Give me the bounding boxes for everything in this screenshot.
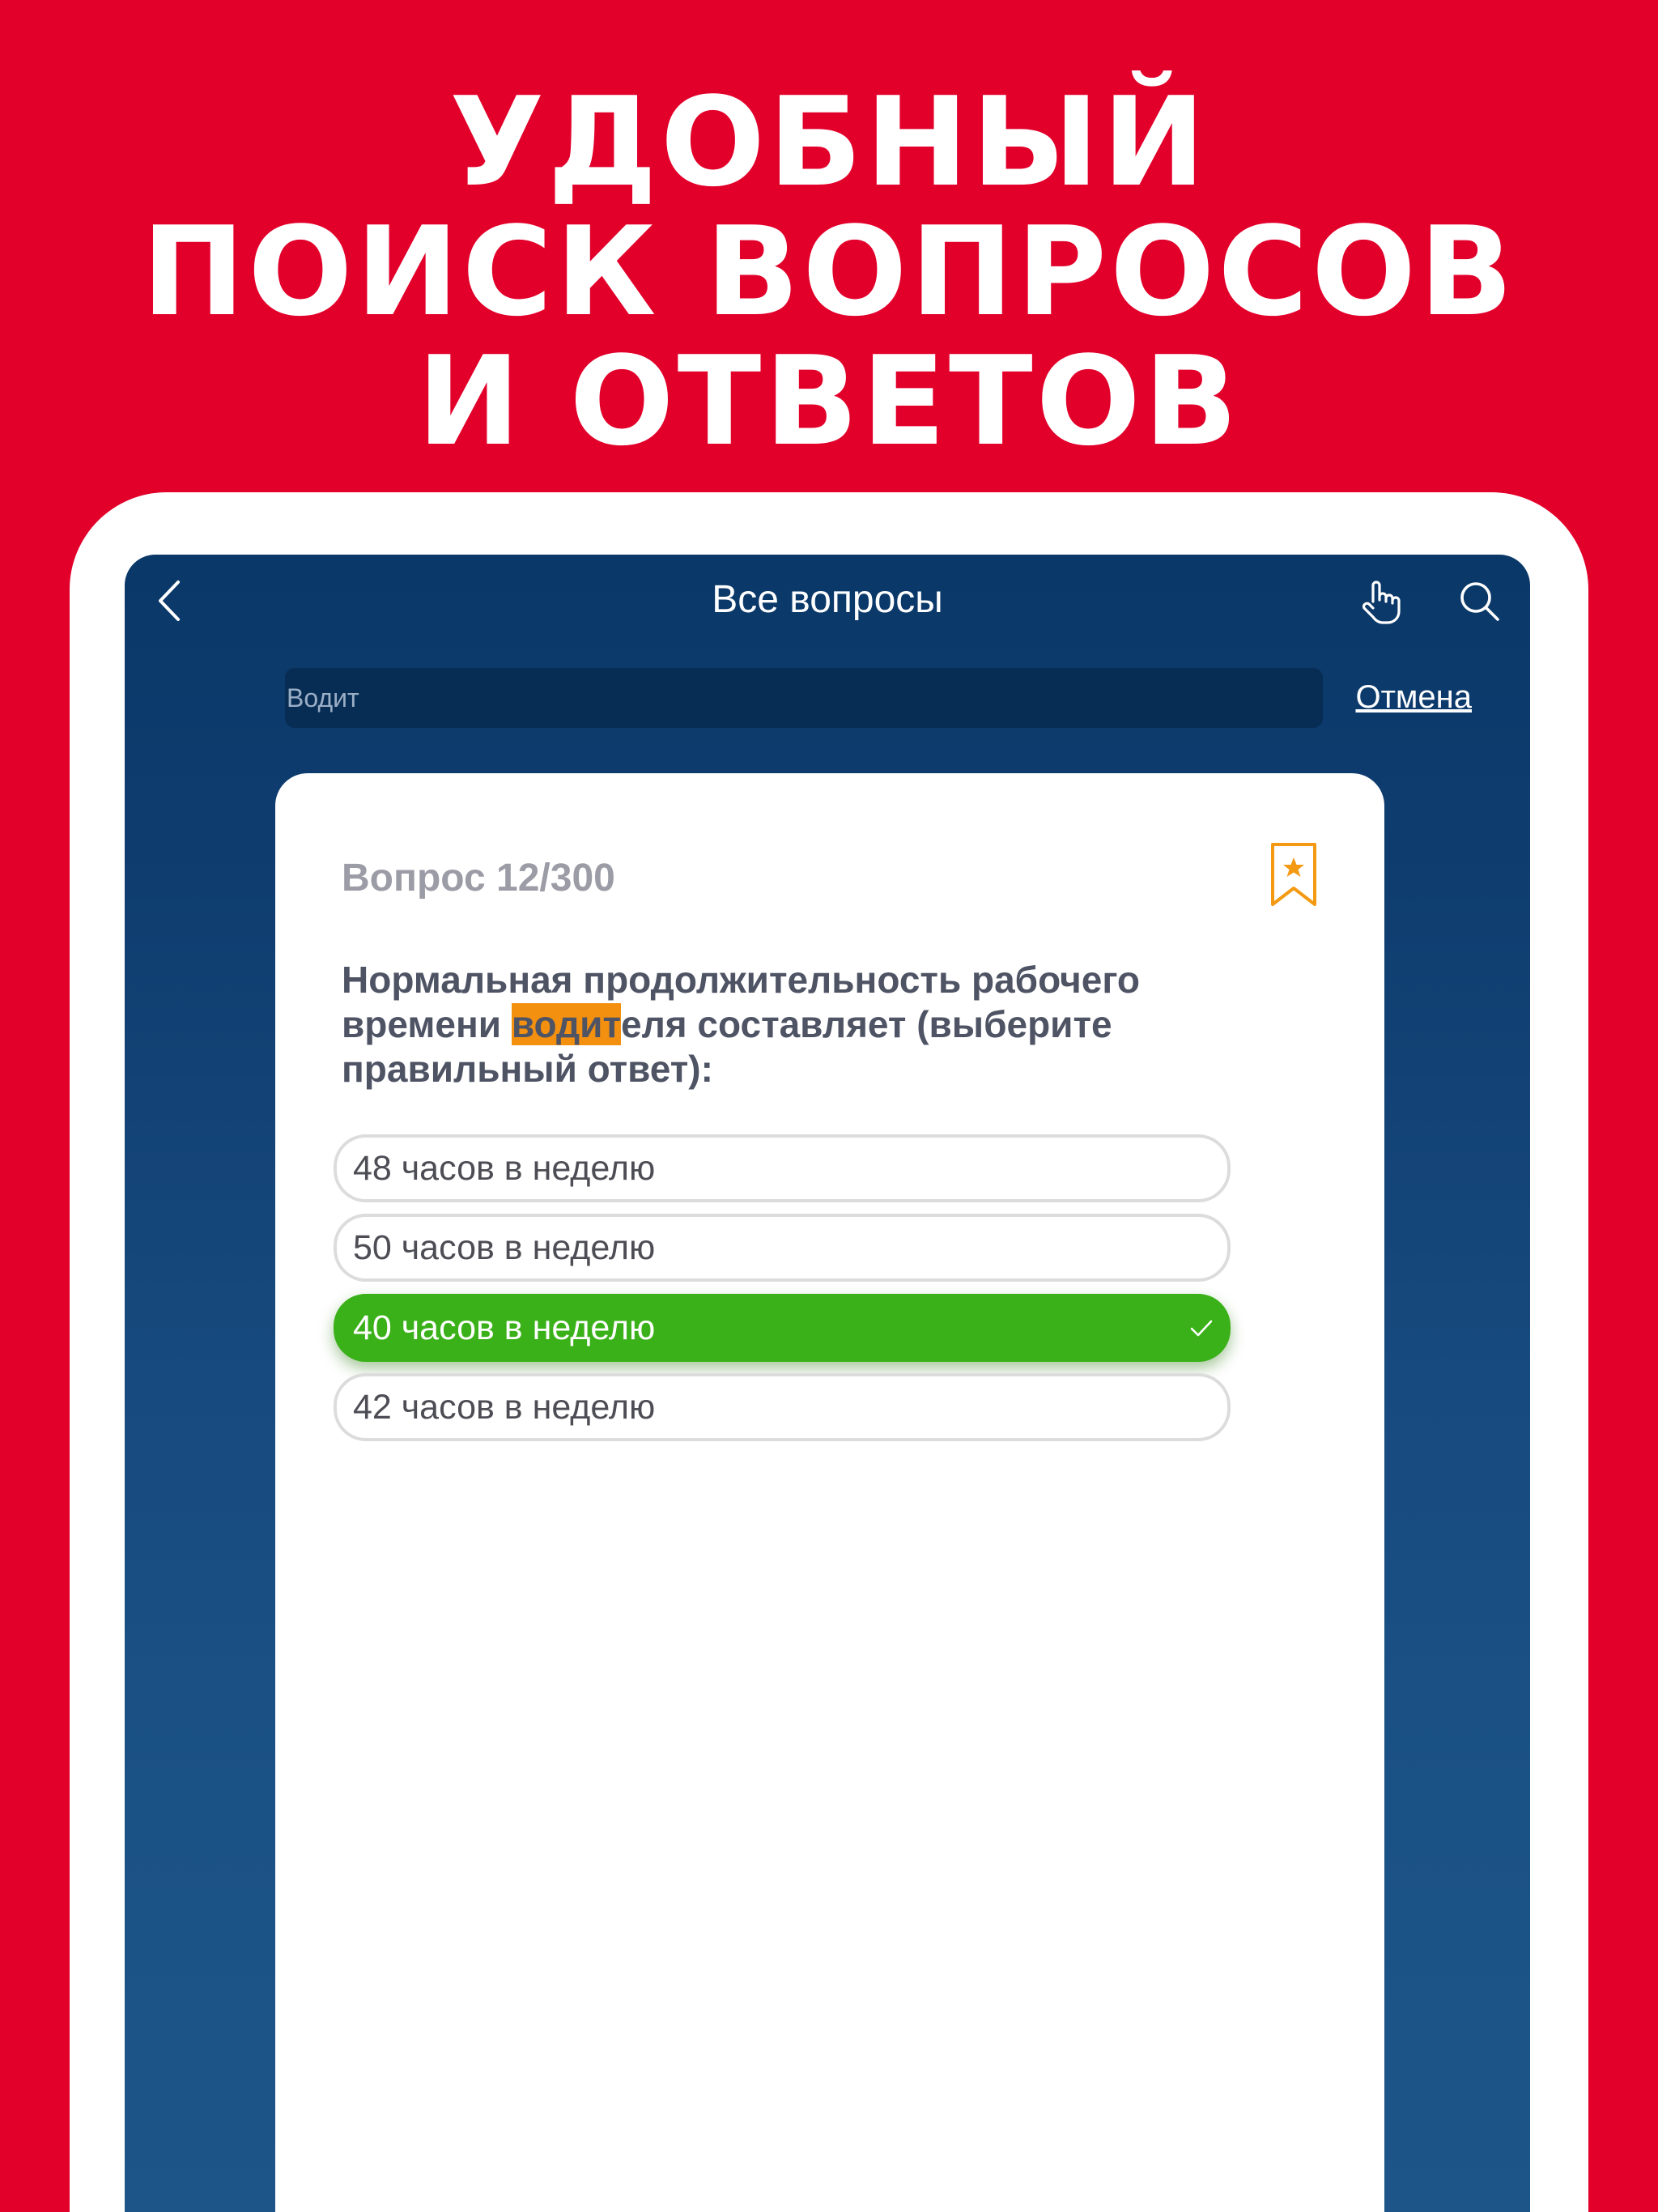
answer-option[interactable]: 42 часов в неделю bbox=[334, 1373, 1231, 1441]
headline-line-3: И ОТВЕТОВ bbox=[417, 330, 1241, 473]
search-input[interactable] bbox=[285, 668, 1323, 728]
answer-label: 48 часов в неделю bbox=[353, 1149, 656, 1188]
search-button[interactable] bbox=[1456, 577, 1504, 626]
headline-line-2: ПОИСК ВОПРОСОВ bbox=[142, 200, 1516, 343]
answer-label: 42 часов в неделю bbox=[353, 1388, 656, 1427]
answer-option-correct[interactable]: 40 часов в неделю bbox=[334, 1294, 1231, 1362]
question-text: Нормальная продолжительность рабочего вр… bbox=[342, 958, 1297, 1091]
headline-line-1: УДОБНЫЙ bbox=[449, 70, 1209, 214]
answer-label: 40 часов в неделю bbox=[353, 1308, 656, 1347]
page-title: Все вопросы bbox=[712, 578, 943, 621]
answer-option[interactable]: 48 часов в неделю bbox=[334, 1134, 1231, 1202]
bookmark-star-icon bbox=[1271, 843, 1316, 906]
hand-mode-button[interactable] bbox=[1357, 577, 1405, 626]
hand-pointer-icon bbox=[1362, 581, 1401, 624]
cancel-search-link[interactable]: Отмена bbox=[1229, 674, 1472, 720]
question-card: Вопрос 12/300 Нормальная продолжительнос… bbox=[275, 773, 1384, 2212]
checkmark-icon bbox=[1190, 1320, 1213, 1337]
app-screen: Все вопросы Отмена Вопрос 12/300 Нормаль… bbox=[125, 555, 1530, 2212]
answer-label: 50 часов в неделю bbox=[353, 1228, 656, 1267]
search-icon bbox=[1460, 582, 1499, 621]
question-number: Вопрос 12/300 bbox=[342, 857, 615, 900]
answer-option[interactable]: 50 часов в неделю bbox=[334, 1214, 1231, 1282]
search-highlight: водит bbox=[511, 1003, 621, 1045]
promo-headline: УДОБНЫЙ ПОИСК ВОПРОСОВ И ОТВЕТОВ bbox=[0, 78, 1658, 466]
bookmark-button[interactable] bbox=[1269, 841, 1318, 909]
